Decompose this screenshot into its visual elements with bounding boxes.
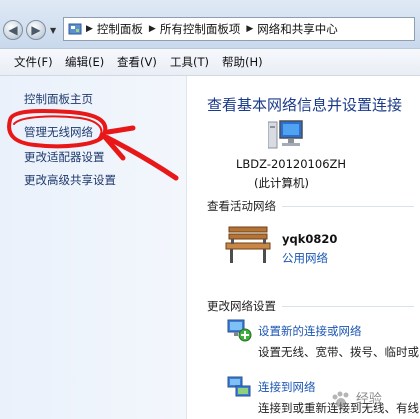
- red-annotation-arrow: [7, 108, 179, 181]
